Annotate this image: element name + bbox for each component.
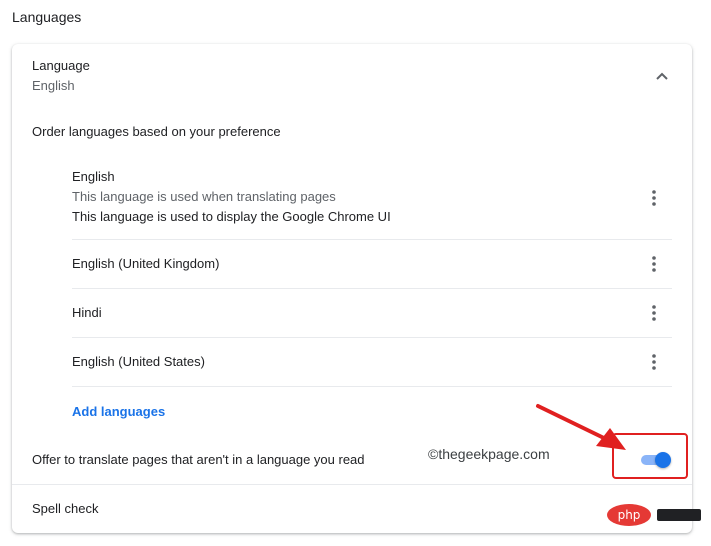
language-name: Hindi [72, 305, 102, 320]
offer-translate-label: Offer to translate pages that aren't in … [32, 452, 365, 467]
language-row-english-us: English (United States) [72, 338, 672, 387]
language-row-english-uk: English (United Kingdom) [72, 240, 672, 289]
offer-translate-toggle[interactable] [641, 452, 671, 468]
language-name: English (United Kingdom) [72, 256, 220, 271]
more-options-icon[interactable] [648, 189, 660, 207]
language-current-value: English [32, 78, 75, 93]
language-header[interactable]: Language English [32, 58, 90, 94]
section-title: Languages [12, 9, 82, 25]
php-logo-icon: php [607, 504, 701, 526]
php-logo-text: php [618, 508, 641, 522]
language-name: English (United States) [72, 354, 205, 369]
more-options-icon[interactable] [648, 304, 660, 322]
language-note-translate: This language is used when translating p… [72, 189, 336, 204]
language-name: English [72, 169, 115, 184]
more-options-icon[interactable] [648, 255, 660, 273]
divider [12, 484, 692, 485]
toggle-knob [655, 452, 671, 468]
language-note-ui: This language is used to display the Goo… [72, 209, 391, 224]
language-label: Language [32, 58, 90, 73]
language-row-english: English This language is used when trans… [72, 154, 672, 240]
more-options-icon[interactable] [648, 353, 660, 371]
spell-check-row[interactable]: Spell check [32, 501, 98, 516]
language-list: English This language is used when trans… [72, 154, 672, 387]
language-row-hindi: Hindi [72, 289, 672, 338]
order-languages-text: Order languages based on your preference [32, 124, 281, 139]
chevron-up-icon[interactable] [652, 66, 672, 86]
add-languages-button[interactable]: Add languages [72, 404, 165, 419]
